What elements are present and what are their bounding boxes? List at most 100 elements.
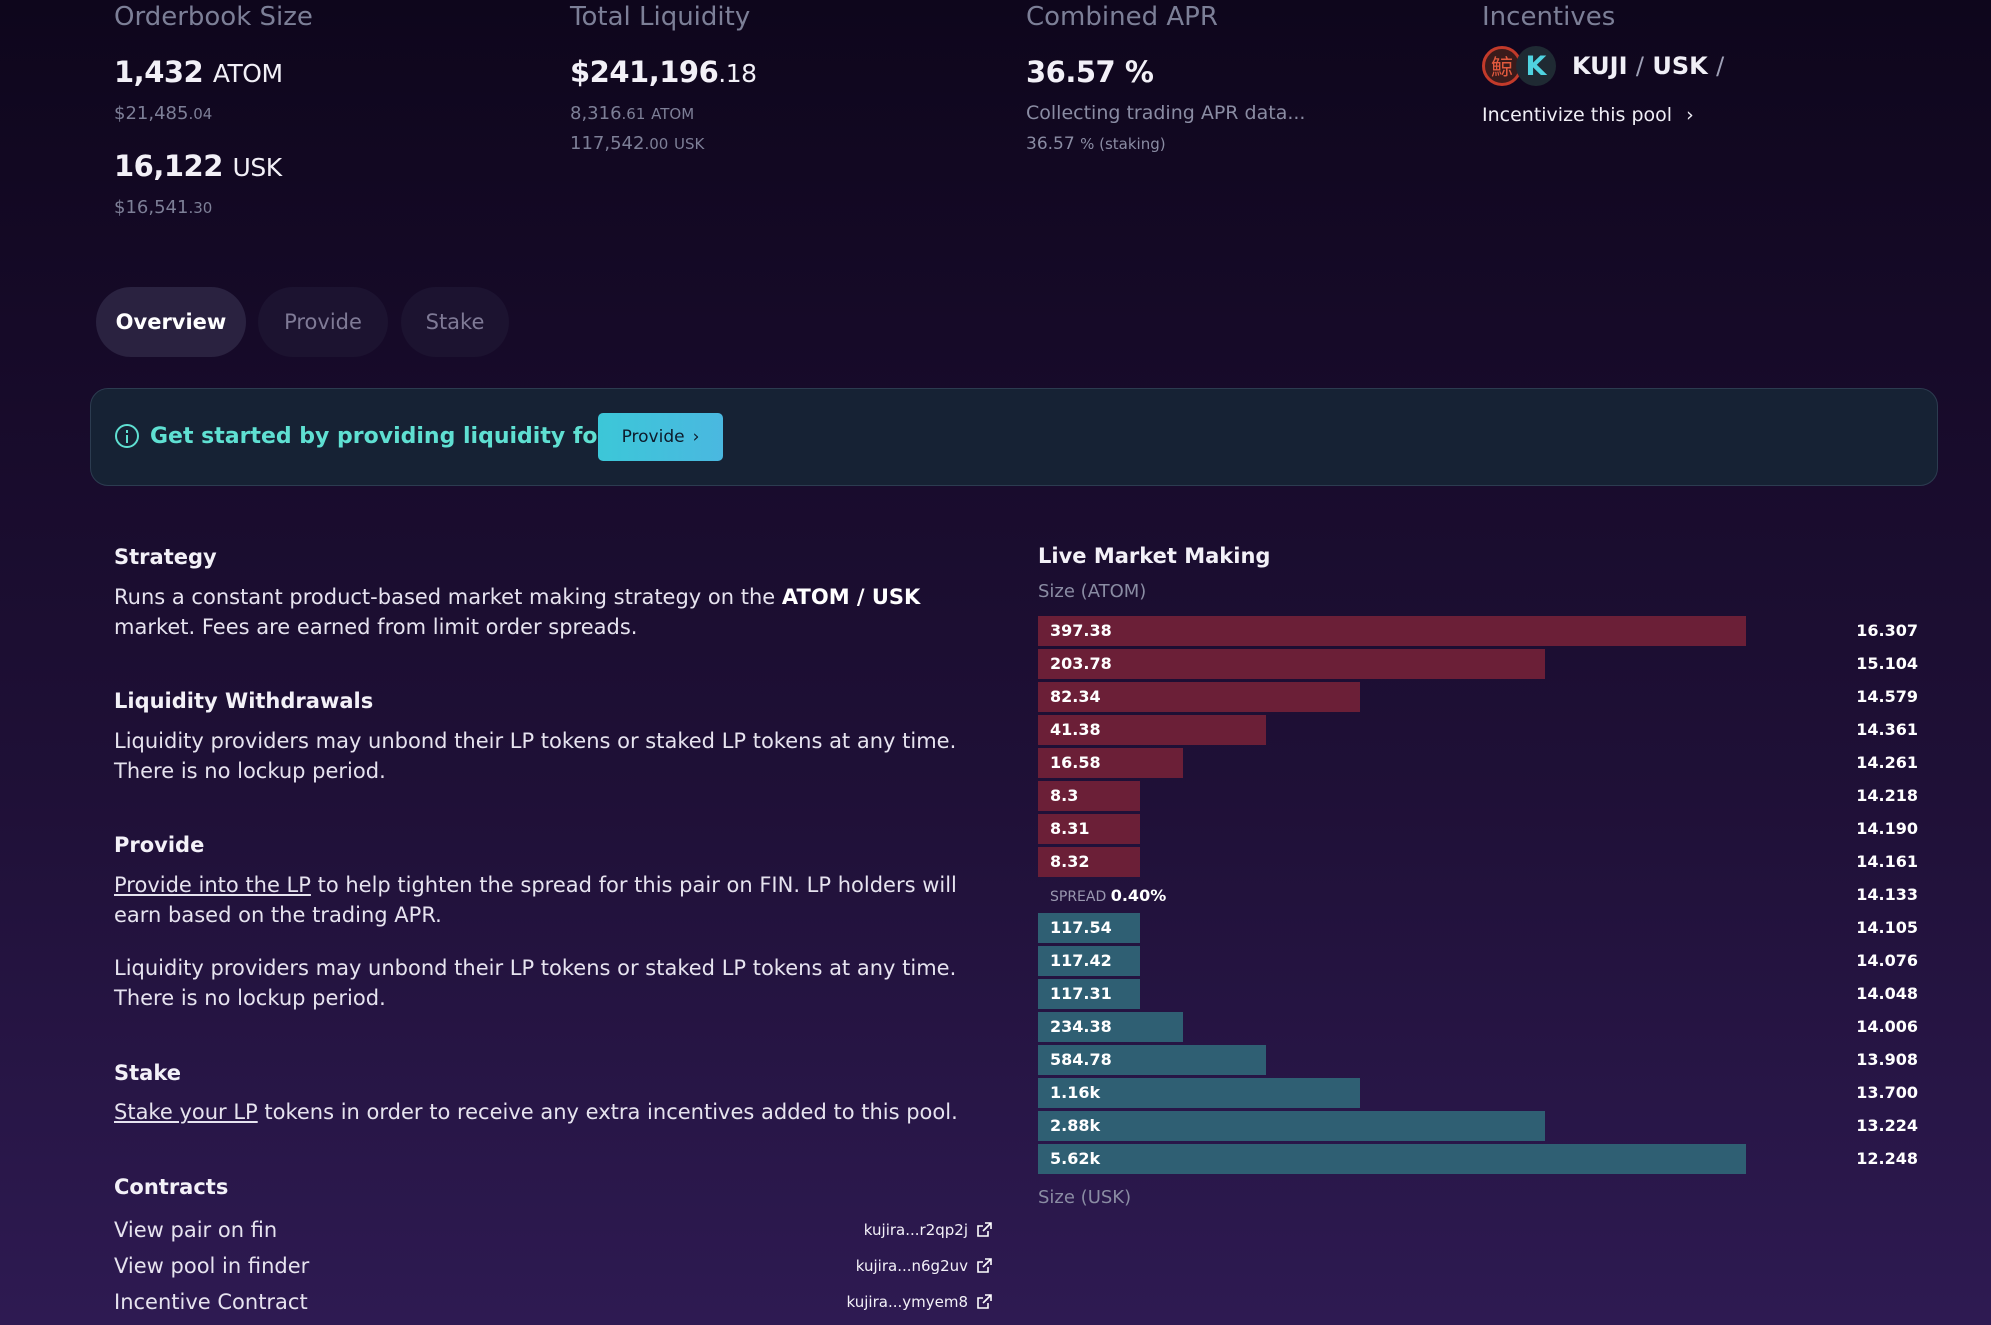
ask-row: 82.34 14.579	[1038, 682, 1918, 712]
contract-address-link[interactable]: kujira...r2qp2j	[864, 1221, 992, 1239]
chart-title: Live Market Making	[1038, 544, 1271, 568]
ask-size-label: 397.38	[1050, 621, 1112, 640]
total-liquidity-label: Total Liquidity	[570, 2, 751, 32]
orderbook-usk-usd: $16,541.30	[114, 197, 213, 218]
provide-heading: Provide	[114, 833, 205, 857]
ask-size-label: 41.38	[1050, 720, 1101, 739]
ask-price-label: 14.361	[1856, 720, 1918, 739]
ask-size-label: 82.34	[1050, 687, 1101, 706]
contract-row[interactable]: View pool in finder kujira...n6g2uv	[114, 1254, 992, 1278]
bid-price-label: 14.006	[1856, 1017, 1918, 1036]
withdrawals-text: Liquidity providers may unbond their LP …	[114, 729, 957, 783]
bid-price-label: 12.248	[1856, 1149, 1918, 1168]
bid-size-label: 117.31	[1050, 984, 1112, 1003]
ask-row: 16.58 14.261	[1038, 748, 1918, 778]
bid-price-label: 14.076	[1856, 951, 1918, 970]
strategy-text: Runs a constant product-based market mak…	[114, 585, 921, 639]
bid-price-label: 14.048	[1856, 984, 1918, 1003]
tab-provide[interactable]: Provide	[258, 287, 388, 357]
bid-row: 117.42 14.076	[1038, 946, 1918, 976]
ask-row: 397.38 16.307	[1038, 616, 1918, 646]
incentivize-pool-link[interactable]: Incentivize this pool ›	[1482, 104, 1694, 126]
incentive-pair: KUJI / USK /	[1572, 52, 1725, 80]
ask-row: 8.31 14.190	[1038, 814, 1918, 844]
stake-heading: Stake	[114, 1061, 181, 1085]
ask-size-label: 8.32	[1050, 852, 1090, 871]
tab-overview[interactable]: Overview	[96, 287, 246, 357]
bid-row: 234.38 14.006	[1038, 1012, 1918, 1042]
orderbook-atom-usd: $21,485.04	[114, 103, 213, 124]
contract-label: View pool in finder	[114, 1254, 310, 1278]
contract-address-link[interactable]: kujira...n6g2uv	[856, 1257, 992, 1275]
external-link-icon	[977, 1258, 992, 1273]
provide-into-lp-link[interactable]: Provide into the LP	[114, 873, 311, 897]
orderbook-usk-value: 16,122 USK	[114, 149, 282, 183]
bid-size-label: 234.38	[1050, 1017, 1112, 1036]
bid-bar	[1038, 1111, 1545, 1141]
orderbook-size-label: Orderbook Size	[114, 2, 313, 32]
spread-price-label: 14.133	[1856, 885, 1918, 904]
liquidity-usk: 117,542.00 USK	[570, 133, 705, 154]
bid-row: 584.78 13.908	[1038, 1045, 1918, 1075]
liquidity-atom: 8,316.61 ATOM	[570, 103, 695, 124]
size-atom-label: Size (ATOM)	[1038, 581, 1147, 602]
info-icon	[115, 424, 139, 448]
withdrawals-heading: Liquidity Withdrawals	[114, 689, 374, 713]
ask-row: 8.32 14.161	[1038, 847, 1918, 877]
ask-price-label: 14.261	[1856, 753, 1918, 772]
provide-unbond-text: Liquidity providers may unbond their LP …	[114, 956, 957, 1010]
bid-price-label: 13.224	[1856, 1116, 1918, 1135]
trading-apr-status: Collecting trading APR data...	[1026, 102, 1306, 124]
bid-size-label: 1.16k	[1050, 1083, 1101, 1102]
contract-row[interactable]: Incentive Contract kujira...ymyem8	[114, 1290, 992, 1314]
bid-bar	[1038, 1144, 1746, 1174]
ask-row: 203.78 15.104	[1038, 649, 1918, 679]
incentives-label: Incentives	[1482, 2, 1616, 32]
external-link-icon	[977, 1294, 992, 1309]
ask-price-label: 14.190	[1856, 819, 1918, 838]
ask-bar	[1038, 616, 1746, 646]
bid-size-label: 117.42	[1050, 951, 1112, 970]
contract-label: Incentive Contract	[114, 1290, 308, 1314]
total-liquidity-value: $241,196.18	[570, 55, 757, 89]
ask-size-label: 8.3	[1050, 786, 1079, 805]
ask-price-label: 16.307	[1856, 621, 1918, 640]
spread-label: SPREAD 0.40%	[1050, 886, 1167, 905]
staking-apr: 36.57 % (staking)	[1026, 134, 1166, 154]
orderbook-atom-value: 1,432 ATOM	[114, 55, 283, 89]
ask-size-label: 203.78	[1050, 654, 1112, 673]
size-usk-label: Size (USK)	[1038, 1187, 1132, 1208]
banner-provide-button[interactable]: Provide ›	[598, 413, 723, 461]
ask-price-label: 14.579	[1856, 687, 1918, 706]
bid-price-label: 13.908	[1856, 1050, 1918, 1069]
tab-stake[interactable]: Stake	[401, 287, 509, 357]
strategy-heading: Strategy	[114, 545, 217, 569]
ask-size-label: 8.31	[1050, 819, 1090, 838]
contract-row[interactable]: View pair on fin kujira...r2qp2j	[114, 1218, 992, 1242]
ask-price-label: 15.104	[1856, 654, 1918, 673]
bid-price-label: 14.105	[1856, 918, 1918, 937]
ask-size-label: 16.58	[1050, 753, 1101, 772]
bid-size-label: 2.88k	[1050, 1116, 1101, 1135]
spread-value: 0.40%	[1110, 886, 1167, 905]
ask-price-label: 14.161	[1856, 852, 1918, 871]
provide-text: Provide into the LP to help tighten the …	[114, 873, 957, 927]
kujira-logo-icon: K	[1516, 46, 1556, 86]
bid-size-label: 5.62k	[1050, 1149, 1101, 1168]
combined-apr-value: 36.57 %	[1026, 55, 1154, 89]
contracts-heading: Contracts	[114, 1175, 229, 1199]
stake-your-lp-link[interactable]: Stake your LP	[114, 1100, 258, 1124]
stake-text: Stake your LP tokens in order to receive…	[114, 1100, 958, 1124]
bid-row: 2.88k 13.224	[1038, 1111, 1918, 1141]
bid-row: 117.31 14.048	[1038, 979, 1918, 1009]
ask-price-label: 14.218	[1856, 786, 1918, 805]
bid-row: 117.54 14.105	[1038, 913, 1918, 943]
bid-price-label: 13.700	[1856, 1083, 1918, 1102]
contract-label: View pair on fin	[114, 1218, 278, 1242]
chevron-right-icon: ›	[692, 427, 700, 447]
ask-bar	[1038, 649, 1545, 679]
spread-row: SPREAD 0.40% 14.133	[1038, 880, 1918, 910]
external-link-icon	[977, 1222, 992, 1237]
contract-address-link[interactable]: kujira...ymyem8	[847, 1293, 992, 1311]
bid-row: 1.16k 13.700	[1038, 1078, 1918, 1108]
